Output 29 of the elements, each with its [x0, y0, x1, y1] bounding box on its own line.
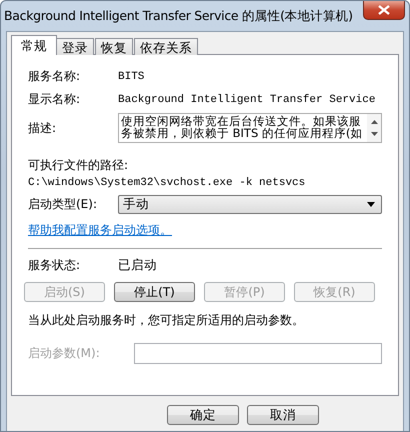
close-button[interactable] — [363, 1, 405, 20]
tab[interactable]: 恢复 — [95, 38, 133, 55]
field-label: 显示名称: — [28, 91, 82, 108]
service-button[interactable]: 停止(T) — [114, 282, 195, 302]
window-title: Background Intelligent Transfer Service 的属性(本地计算机) — [4, 8, 353, 24]
tab[interactable]: 常规 — [11, 35, 57, 55]
dropdown-arrow-icon — [367, 202, 375, 207]
scroll-down-icon — [370, 132, 378, 136]
field-label: 服务名称: — [28, 68, 82, 85]
field-label: 描述: — [28, 120, 58, 137]
help-link[interactable]: 帮助我配置服务启动选项。 — [28, 222, 172, 239]
field-label: 启动参数(M): — [28, 345, 101, 362]
startup-type-dropdown[interactable]: 手动 — [118, 195, 382, 214]
display-name: Background Intelligent Transfer Service — [118, 94, 376, 106]
hint-text: 当从此处启动服务时，您可指定所适用的启动参数。 — [28, 312, 305, 329]
description-box[interactable]: 使用空闲网络带宽在后台传送文件。如果该服务被禁用，则依赖于 BITS 的任何应用程序(如 — [118, 113, 382, 143]
scroll-up-icon — [370, 120, 378, 124]
field-label: 服务状态: — [28, 257, 82, 274]
field-label: 启动类型(E): — [28, 196, 98, 213]
dialog-button[interactable]: 取消 — [247, 405, 319, 425]
close-icon — [378, 5, 390, 15]
tab[interactable]: 登录 — [56, 38, 94, 55]
tab[interactable]: 依存关系 — [134, 38, 198, 55]
scrollbar[interactable] — [367, 114, 381, 142]
executable-path: C:\windows\System32\svchost.exe -k netsvcs — [28, 177, 306, 189]
service-status: 已启动 — [118, 257, 157, 274]
service-name: BITS — [118, 70, 144, 82]
dialog-button[interactable]: 确定 — [167, 405, 239, 425]
field-label: 可执行文件的路径: — [28, 157, 130, 174]
